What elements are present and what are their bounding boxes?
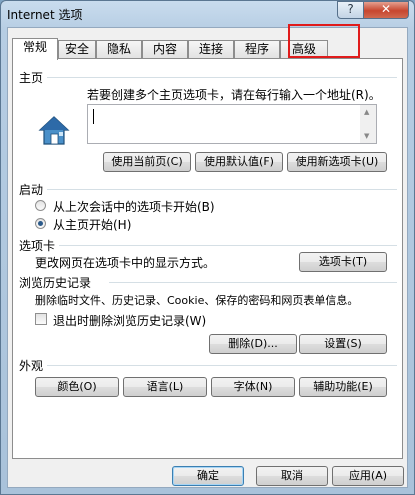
startup-group-label: 启动: [19, 183, 44, 197]
home-page-icon: [38, 116, 70, 145]
appearance-group-label: 外观: [19, 359, 44, 373]
home-group-label: 主页: [19, 71, 44, 85]
colors-button[interactable]: 颜色(O): [35, 377, 119, 397]
startup-home-label[interactable]: 从主页开始(H): [53, 216, 131, 233]
scroll-up-arrow-icon[interactable]: ▲: [364, 108, 369, 116]
scroll-down-arrow-icon[interactable]: ▼: [364, 132, 369, 140]
help-button[interactable]: ?: [337, 1, 364, 19]
tabs-description: 更改网页在选项卡中的显示方式。: [35, 256, 216, 270]
close-button[interactable]: ✕: [363, 1, 409, 19]
fonts-button[interactable]: 字体(N): [211, 377, 295, 397]
tab-content[interactable]: 内容: [142, 40, 188, 59]
tabs-settings-button[interactable]: 选项卡(T): [299, 252, 387, 272]
home-group-divider: [47, 77, 397, 78]
history-description: 删除临时文件、历史记录、Cookie、保存的密码和网页表单信息。: [35, 294, 359, 307]
ok-button[interactable]: 确定: [172, 466, 244, 486]
appearance-group-divider: [47, 365, 397, 366]
tab-general[interactable]: 常规: [12, 38, 58, 60]
history-group-divider: [109, 282, 397, 283]
history-settings-button[interactable]: 设置(S): [299, 334, 387, 354]
dialog-client-area: 常规 安全 隐私 内容 连接 程序 高级 主页 若要创建多个主页选项卡，请在每行…: [7, 27, 408, 488]
history-group-label: 浏览历史记录: [19, 276, 92, 290]
home-description: 若要创建多个主页选项卡，请在每行输入一个地址(R)。: [87, 88, 381, 102]
tab-security[interactable]: 安全: [58, 40, 96, 59]
tabs-group-label: 选项卡: [19, 239, 56, 253]
use-current-button[interactable]: 使用当前页(C): [103, 152, 191, 172]
delete-on-exit-checkbox[interactable]: [35, 313, 47, 325]
apply-button[interactable]: 应用(A): [332, 466, 404, 486]
startup-last-session-label[interactable]: 从上次会话中的选项卡开始(B): [53, 198, 215, 215]
advanced-tab-highlight-box: [288, 24, 360, 58]
startup-home-radio[interactable]: [35, 218, 46, 229]
startup-group-divider: [47, 189, 397, 190]
tab-privacy[interactable]: 隐私: [96, 40, 142, 59]
tabs-group-divider: [59, 245, 397, 246]
startup-last-session-radio[interactable]: [35, 200, 46, 211]
accessibility-button[interactable]: 辅助功能(E): [299, 377, 387, 397]
general-tab-panel: 主页 若要创建多个主页选项卡，请在每行输入一个地址(R)。 ▲ ▼ 使用当前页(…: [12, 58, 403, 459]
delete-history-button[interactable]: 删除(D)...: [209, 334, 297, 354]
home-url-textarea[interactable]: ▲ ▼: [87, 104, 377, 144]
text-caret: [93, 109, 94, 124]
use-default-button[interactable]: 使用默认值(F): [195, 152, 283, 172]
tab-programs[interactable]: 程序: [234, 40, 280, 59]
use-new-tab-button[interactable]: 使用新选项卡(U): [287, 152, 387, 172]
textarea-scrollbar[interactable]: ▲ ▼: [360, 105, 376, 143]
languages-button[interactable]: 语言(L): [123, 377, 207, 397]
delete-on-exit-label[interactable]: 退出时删除浏览历史记录(W): [53, 312, 206, 329]
window-title: Internet 选项: [7, 8, 83, 22]
internet-options-window: Internet 选项 ? ✕ 常规 安全 隐私 内容 连接 程序 高级 主页 …: [0, 0, 415, 495]
cancel-button[interactable]: 取消: [256, 466, 328, 486]
tab-connections[interactable]: 连接: [188, 40, 234, 59]
